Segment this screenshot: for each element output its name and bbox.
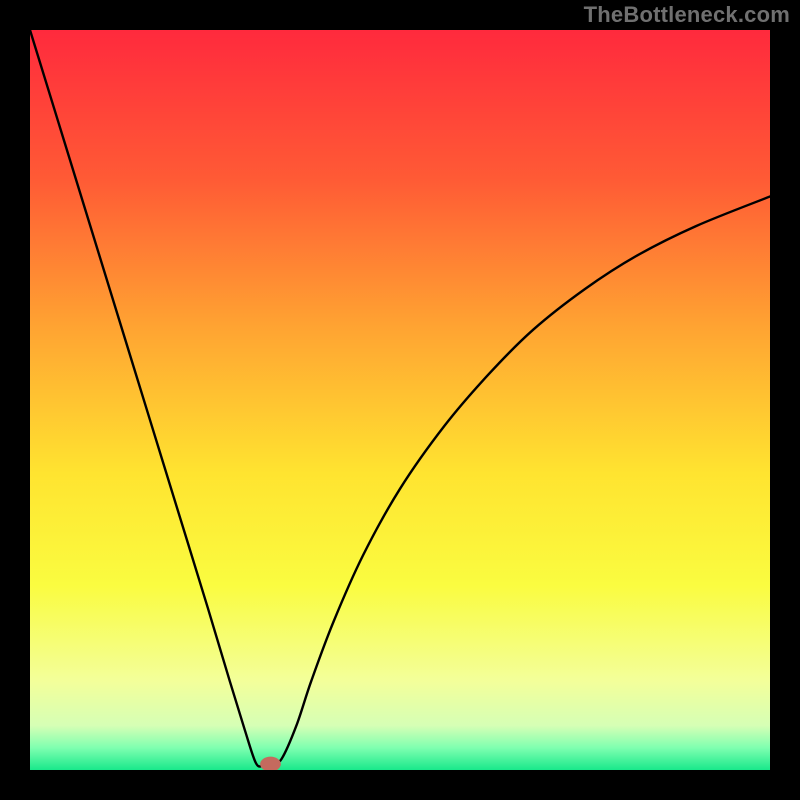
chart-container: TheBottleneck.com	[0, 0, 800, 800]
bottleneck-chart	[30, 30, 770, 770]
gradient-background	[30, 30, 770, 770]
plot-area	[30, 30, 770, 770]
watermark-text: TheBottleneck.com	[584, 2, 790, 28]
